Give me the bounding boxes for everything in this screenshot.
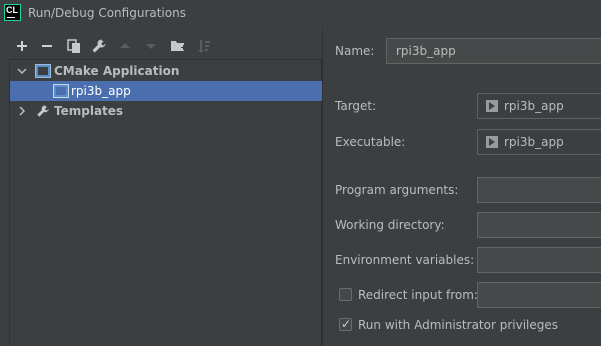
- sort-icon[interactable]: [194, 36, 214, 56]
- tree-item-templates[interactable]: Templates: [10, 101, 322, 121]
- name-input-value: rpi3b_app: [396, 44, 456, 58]
- tree-item-cmake-application[interactable]: CMake Application: [10, 61, 322, 81]
- executable-select[interactable]: rpi3b_app: [477, 129, 601, 155]
- wrench-icon[interactable]: [89, 36, 109, 56]
- target-select-value: rpi3b_app: [504, 99, 564, 113]
- cmake-target-icon: [53, 84, 69, 98]
- chevron-right-icon[interactable]: [16, 105, 28, 117]
- chevron-down-icon[interactable]: [16, 65, 28, 77]
- executable-label: Executable:: [335, 135, 406, 149]
- run-as-admin-label: Run with Administrator privileges: [358, 318, 559, 332]
- tree-item-rpi3b-app[interactable]: rpi3b_app: [10, 81, 322, 101]
- redirect-input-label: Redirect input from:: [358, 288, 478, 302]
- move-up-icon[interactable]: [115, 36, 135, 56]
- target-label: Target:: [335, 99, 377, 113]
- copy-icon[interactable]: [64, 36, 84, 56]
- panel-divider[interactable]: [322, 28, 323, 346]
- working-directory-label: Working directory:: [335, 218, 445, 232]
- checkmark-icon: ✓: [341, 317, 352, 331]
- configurations-toolbar: [0, 34, 322, 58]
- window-title: Run/Debug Configurations: [28, 6, 186, 20]
- program-arguments-label: Program arguments:: [335, 183, 459, 197]
- target-icon: [486, 100, 498, 112]
- executable-icon: [486, 136, 498, 148]
- new-folder-icon[interactable]: [168, 36, 188, 56]
- environment-variables-label: Environment variables:: [335, 253, 475, 267]
- remove-icon[interactable]: [37, 36, 57, 56]
- tree-item-label: rpi3b_app: [71, 84, 131, 98]
- working-directory-input[interactable]: [477, 212, 601, 238]
- configurations-tree: CMake Application rpi3b_app Templates: [9, 59, 322, 346]
- run-as-admin-checkbox[interactable]: ✓: [339, 317, 352, 331]
- program-arguments-input[interactable]: [477, 177, 601, 203]
- add-icon[interactable]: [12, 36, 32, 56]
- title-bar: CL Run/Debug Configurations: [0, 0, 601, 28]
- move-down-icon[interactable]: [141, 36, 161, 56]
- executable-select-value: rpi3b_app: [504, 135, 564, 149]
- clion-logo-icon: CL: [4, 4, 21, 21]
- tree-item-label: Templates: [54, 104, 124, 118]
- target-select[interactable]: rpi3b_app: [477, 93, 601, 119]
- environment-variables-input[interactable]: [477, 247, 601, 273]
- logo-text: CL: [6, 5, 18, 15]
- redirect-input-field[interactable]: [477, 282, 601, 308]
- name-input[interactable]: rpi3b_app: [386, 38, 601, 64]
- wrench-icon: [37, 105, 49, 117]
- tree-item-label: CMake Application: [54, 64, 180, 78]
- redirect-input-checkbox[interactable]: [339, 288, 352, 301]
- name-label: Name:: [335, 44, 375, 58]
- cmake-application-icon: [35, 64, 51, 78]
